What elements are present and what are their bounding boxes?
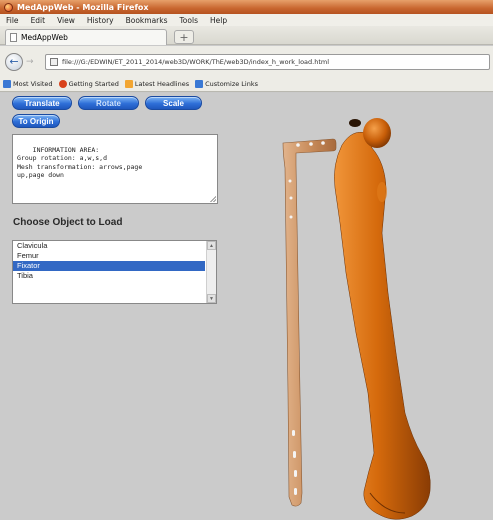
bookmarks-toolbar: Most Visited Getting Started Latest Head…: [0, 77, 493, 92]
url-bar[interactable]: file:///G:/EDWIN/ET_2011_2014/web3D/WORK…: [45, 53, 490, 70]
tab-strip: MedAppWeb +: [0, 26, 493, 45]
page-content: Translate Rotate Scale To Origin INFORMA…: [0, 93, 493, 520]
forward-button[interactable]: →: [26, 57, 36, 67]
list-item-femur[interactable]: Femur: [13, 251, 205, 261]
menu-file[interactable]: File: [6, 16, 19, 25]
menu-history[interactable]: History: [87, 16, 114, 25]
menu-edit[interactable]: Edit: [31, 16, 46, 25]
page-identity-icon: [50, 57, 58, 66]
new-tab-button[interactable]: +: [174, 30, 194, 44]
rotate-button[interactable]: Rotate: [78, 96, 139, 110]
information-area[interactable]: INFORMATION AREA: Group rotation: a,w,s,…: [12, 134, 218, 204]
list-item-tibia[interactable]: Tibia: [13, 271, 205, 281]
tab-medappweb[interactable]: MedAppWeb: [5, 29, 167, 45]
list-item-clavicula[interactable]: Clavicula: [13, 241, 205, 251]
windows-link-icon: [195, 80, 204, 88]
navigation-bar: ← → file:///G:/EDWIN/ET_2011_2014/web3D/…: [0, 46, 493, 77]
resize-grip-icon[interactable]: [210, 196, 216, 202]
firefox-icon: [4, 2, 13, 12]
menu-help[interactable]: Help: [210, 16, 227, 25]
scroll-up-icon[interactable]: ▲: [207, 241, 216, 250]
list-item-fixator[interactable]: Fixator: [13, 261, 205, 271]
menu-tools[interactable]: Tools: [180, 16, 198, 25]
menu-bookmarks[interactable]: Bookmarks: [126, 16, 168, 25]
menu-bar: File Edit View History Bookmarks Tools H…: [0, 14, 493, 26]
fixator-model[interactable]: [282, 138, 337, 507]
bookmark-label: Getting Started: [68, 80, 119, 88]
bookmark-getting-started[interactable]: Getting Started: [58, 80, 119, 88]
window-title: MedAppWeb - Mozilla Firefox: [17, 2, 149, 12]
translate-button[interactable]: Translate: [12, 96, 72, 110]
choose-object-heading: Choose Object to Load: [13, 217, 123, 228]
femur-model[interactable]: [334, 118, 431, 520]
bookmark-latest-headlines[interactable]: Latest Headlines: [124, 80, 190, 88]
bookmark-most-visited[interactable]: Most Visited: [3, 80, 53, 88]
menu-view[interactable]: View: [57, 16, 75, 25]
rss-feed-icon: [124, 80, 133, 88]
listbox-scrollbar[interactable]: ▲ ▼: [206, 241, 216, 303]
to-origin-button[interactable]: To Origin: [12, 114, 60, 128]
information-text: INFORMATION AREA: Group rotation: a,w,s,…: [17, 145, 143, 180]
scale-button[interactable]: Scale: [145, 96, 202, 110]
tab-label: MedAppWeb: [21, 33, 68, 42]
bookmark-customize-links[interactable]: Customize Links: [195, 80, 258, 88]
object-listbox[interactable]: Clavicula Femur Fixator Tibia ▲ ▼: [12, 240, 217, 304]
url-text: file:///G:/EDWIN/ET_2011_2014/web3D/WORK…: [62, 57, 330, 66]
firefox-bookmark-icon: [58, 80, 67, 88]
window-titlebar: MedAppWeb - Mozilla Firefox: [0, 0, 493, 14]
bookmark-label: Latest Headlines: [134, 80, 190, 88]
bookmark-folder-icon: [3, 80, 11, 88]
scroll-down-icon[interactable]: ▼: [207, 294, 216, 303]
bookmark-label: Customize Links: [205, 80, 258, 88]
bookmark-label: Most Visited: [13, 80, 53, 88]
back-button[interactable]: ←: [5, 52, 23, 71]
page-icon: [10, 33, 17, 42]
